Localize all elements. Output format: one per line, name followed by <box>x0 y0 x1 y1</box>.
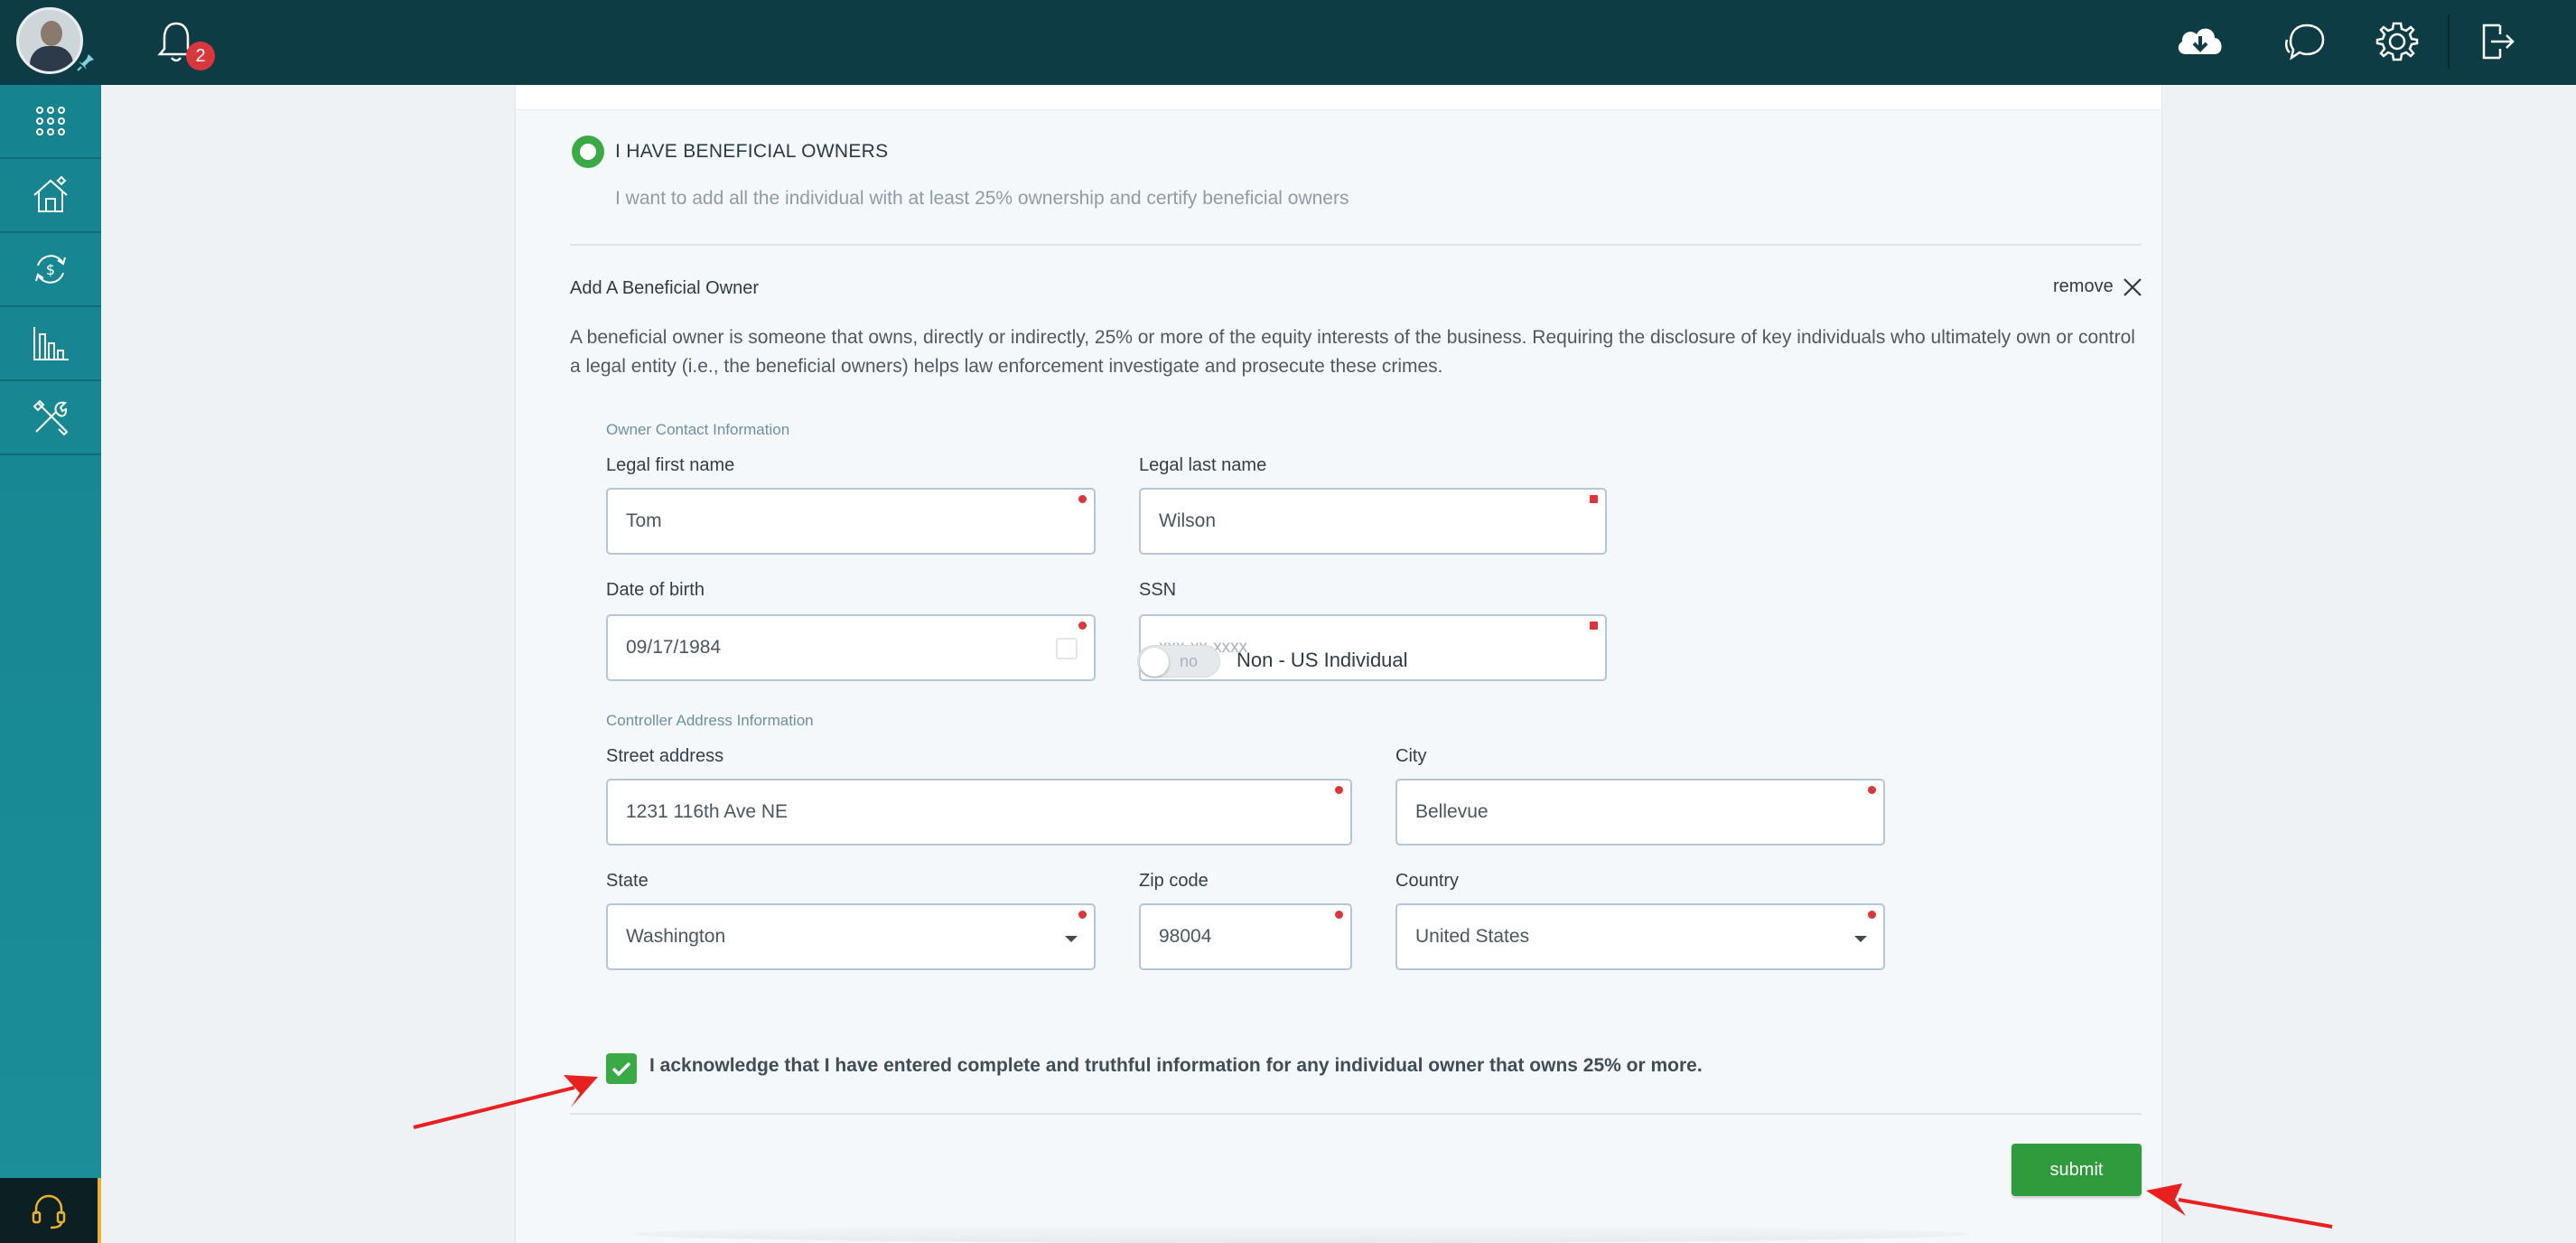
state-select[interactable]: Washington <box>606 903 1096 970</box>
last-name-value: Wilson <box>1159 510 1217 531</box>
required-indicator <box>1590 622 1598 630</box>
last-name-label: Legal last name <box>1139 455 1267 475</box>
contact-heading: Owner Contact Information <box>606 421 790 438</box>
first-name-label: Legal first name <box>606 455 735 475</box>
divider <box>570 244 2142 246</box>
svg-text:$: $ <box>46 261 55 278</box>
country-label: Country <box>1395 871 1460 891</box>
card-top-strip <box>516 85 2161 110</box>
dob-label: Date of birth <box>606 580 705 600</box>
dob-field[interactable]: 09/17/1984 <box>606 614 1096 681</box>
non-us-toggle[interactable]: no <box>1137 645 1220 678</box>
required-indicator <box>1078 622 1087 630</box>
required-indicator <box>1868 911 1876 919</box>
radio-label: I HAVE BENEFICIAL OWNERS <box>615 141 889 162</box>
city-value: Bellevue <box>1415 801 1489 822</box>
annotation-arrow-right <box>2146 1183 2333 1229</box>
toolbar-divider <box>2448 14 2450 69</box>
required-indicator <box>1078 911 1087 919</box>
home-icon[interactable] <box>0 159 101 233</box>
section-title: Add A Beneficial Owner <box>570 278 760 298</box>
toggle-text: no <box>1180 652 1199 670</box>
street-value: 1231 116th Ave NE <box>626 801 789 822</box>
notification-count-badge: 2 <box>186 42 215 70</box>
zip-field[interactable]: 98004 <box>1139 903 1352 970</box>
non-us-label: Non - US Individual <box>1237 649 1408 671</box>
pin-icon[interactable] <box>76 52 98 74</box>
required-indicator <box>1335 911 1343 919</box>
dob-value: 09/17/1984 <box>626 637 722 658</box>
chevron-down-icon <box>1065 936 1078 942</box>
country-select[interactable]: United States <box>1395 903 1885 970</box>
user-avatar[interactable] <box>16 7 83 74</box>
ssn-label: SSN <box>1139 580 1177 600</box>
required-indicator <box>1335 786 1343 794</box>
beneficial-owner-card: I HAVE BENEFICIAL OWNERS I want to add a… <box>515 85 2162 1243</box>
next-card-shadow <box>633 1225 1970 1243</box>
first-name-field[interactable]: Tom <box>606 488 1096 555</box>
top-bar: 2 <box>0 0 2576 85</box>
divider <box>570 1113 2142 1115</box>
state-label: State <box>606 871 649 891</box>
analytics-icon[interactable] <box>0 307 101 381</box>
annotation-arrow-left <box>413 1075 598 1129</box>
street-field[interactable]: 1231 116th Ave NE <box>606 779 1352 846</box>
beneficial-owner-description: A beneficial owner is someone that owns,… <box>570 327 2135 377</box>
avatar-body <box>30 46 73 71</box>
zip-label: Zip code <box>1139 871 1209 891</box>
state-value: Washington <box>626 926 726 947</box>
cloud-download-icon[interactable] <box>2173 18 2224 65</box>
close-icon <box>2123 277 2142 296</box>
required-indicator <box>1868 786 1876 794</box>
exchange-icon[interactable]: $ <box>0 233 101 307</box>
toggle-knob <box>1140 648 1169 677</box>
settings-gear-icon[interactable] <box>2374 18 2424 65</box>
remove-label: remove <box>2053 276 2114 296</box>
remove-owner-button[interactable]: remove <box>2053 276 2142 297</box>
calendar-icon[interactable] <box>1056 638 1078 659</box>
beneficial-owners-radio[interactable] <box>572 136 604 168</box>
last-name-field[interactable]: Wilson <box>1139 488 1607 555</box>
required-indicator <box>1590 495 1598 503</box>
help-headset-icon[interactable] <box>0 1178 101 1243</box>
submit-button[interactable]: submit <box>2011 1144 2142 1196</box>
acknowledge-text: I acknowledge that I have entered comple… <box>649 1055 1703 1076</box>
chevron-down-icon <box>1854 936 1867 942</box>
tools-icon[interactable] <box>0 381 101 455</box>
street-label: Street address <box>606 746 724 766</box>
address-heading: Controller Address Information <box>606 712 814 729</box>
chat-icon[interactable] <box>2282 18 2332 65</box>
logout-icon[interactable] <box>2473 18 2524 65</box>
sidebar: $ <box>0 85 101 1243</box>
city-label: City <box>1395 746 1427 766</box>
required-indicator <box>1078 495 1087 503</box>
checkmark-icon <box>611 1061 631 1077</box>
avatar-head <box>41 21 62 46</box>
city-field[interactable]: Bellevue <box>1395 779 1885 846</box>
zip-value: 98004 <box>1159 926 1212 947</box>
apps-grid-icon[interactable] <box>0 85 101 159</box>
country-value: United States <box>1415 926 1530 947</box>
acknowledge-checkbox[interactable] <box>606 1053 637 1084</box>
radio-description: I want to add all the individual with at… <box>615 188 1349 209</box>
first-name-value: Tom <box>626 510 662 531</box>
